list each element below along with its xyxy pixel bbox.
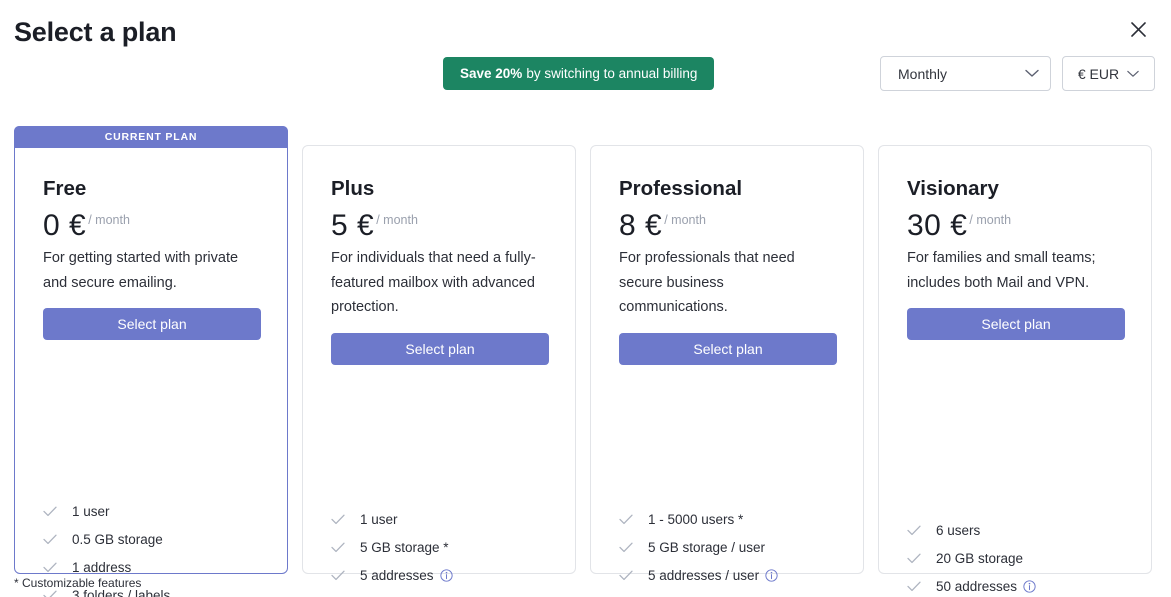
select-plan-button[interactable]: Select plan	[619, 332, 837, 365]
currency-value: € EUR	[1077, 65, 1120, 82]
check-icon	[907, 581, 927, 592]
plan-card-body: Professional 8 € / month For professionals …	[591, 146, 863, 365]
feature-item: 1 user	[43, 497, 259, 525]
feature-item: 6 users	[907, 516, 1123, 544]
check-icon	[619, 542, 639, 553]
feature-label: 20 GB storage	[936, 550, 1024, 566]
plan-card-free: CURRENT PLAN Free 0 € / month For getting st…	[14, 126, 288, 597]
feature-label: 5 GB storage / user	[648, 539, 766, 555]
feature-label: 5 addresses	[360, 567, 434, 583]
chevron-down-icon	[1127, 65, 1139, 83]
check-icon	[43, 534, 63, 545]
select-plan-modal: Select a plan Save 20% by switching to a…	[0, 0, 1171, 597]
check-icon	[907, 525, 927, 536]
feature-item: 5 addresses	[331, 561, 547, 589]
billing-cycle-value: Monthly	[898, 65, 948, 82]
plan-card-visionary: Visionary 30 € / month For families and sma…	[878, 145, 1152, 594]
feature-label: 1 address	[72, 559, 132, 575]
plan-price-row: 8 € / month	[619, 208, 835, 242]
info-icon[interactable]	[1023, 579, 1036, 593]
plan-price: 8 €	[619, 208, 663, 242]
select-plan-button[interactable]: Select plan	[331, 332, 549, 365]
feature-label: 5 addresses / user	[648, 567, 760, 583]
plan-price-period: / month	[969, 212, 1012, 227]
check-icon	[619, 514, 639, 525]
plan-card-body: Plus 5 € / month For individuals that need …	[303, 146, 575, 365]
close-icon[interactable]	[1123, 14, 1153, 44]
plan-card-plus: Plus 5 € / month For individuals that need …	[302, 145, 576, 597]
feature-item: 5 GB storage *	[331, 533, 547, 561]
check-icon	[619, 570, 639, 581]
plan-feature-list: 6 users20 GB storage50 addressesUnlimite…	[879, 516, 1151, 597]
feature-label: 0.5 GB storage	[72, 531, 163, 547]
check-icon	[43, 562, 63, 573]
plan-card-list: CURRENT PLAN Free 0 € / month For getting st…	[14, 126, 1157, 597]
feature-item: 20 GB storage	[907, 544, 1123, 572]
feature-item: 200 folders / labels	[331, 589, 547, 597]
feature-item: 5 addresses / user	[619, 561, 835, 589]
plan-card-professional: Professional 8 € / month For professionals …	[590, 145, 864, 597]
currency-select[interactable]: € EUR	[1062, 56, 1155, 91]
plan-name: Plus	[331, 177, 375, 200]
plan-description: For professionals that need secure busin…	[619, 250, 795, 316]
plan-price: 0 €	[43, 208, 87, 242]
plan-price-row: 0 € / month	[43, 208, 259, 242]
plan-description: For getting started with private and sec…	[43, 250, 239, 291]
plan-card-body: Free 0 € / month For getting started with p…	[15, 127, 287, 341]
promo-text: by switching to annual billing	[526, 66, 698, 81]
feature-label: 1 - 5000 users *	[648, 511, 744, 527]
feature-item: 50 addresses	[907, 572, 1123, 597]
plan-feature-list: 1 - 5000 users * 5 GB storage / user 5 add…	[591, 505, 863, 597]
plan-price-period: / month	[664, 212, 706, 227]
plan-name: Free	[43, 177, 87, 200]
feature-label: 50 addresses	[936, 578, 1018, 594]
feature-item: Unlimited folders / labels	[619, 589, 835, 597]
plan-feature-list: 1 user 5 GB storage * 5 addresses 200 folde…	[303, 505, 575, 597]
plan-description: For families and small teams; includes b…	[907, 250, 1096, 291]
plan-price: 30 €	[907, 208, 968, 242]
footnote: * Customizable features	[14, 576, 142, 590]
check-icon	[331, 542, 351, 553]
check-icon	[331, 514, 351, 525]
feature-label: 6 users	[936, 522, 981, 538]
check-icon	[331, 570, 351, 581]
select-plan-button[interactable]: Select plan	[907, 308, 1125, 341]
feature-label: 5 GB storage *	[360, 539, 449, 555]
page-title: Select a plan	[14, 17, 177, 47]
plan-price-period: / month	[88, 212, 130, 227]
feature-item: 1 user	[331, 505, 547, 533]
check-icon	[43, 590, 63, 597]
feature-item: 0.5 GB storage	[43, 525, 259, 553]
plan-price: 5 €	[331, 208, 375, 242]
check-icon	[907, 553, 927, 564]
feature-label: 1 user	[360, 511, 398, 527]
plan-price-row: 5 € / month	[331, 208, 547, 242]
feature-item: 1 - 5000 users *	[619, 505, 835, 533]
plan-name: Professional	[619, 177, 743, 200]
info-icon[interactable]	[439, 568, 453, 582]
annual-billing-promo-banner[interactable]: Save 20% by switching to annual billing	[443, 57, 715, 90]
plan-description: For individuals that need a fully-featur…	[331, 250, 536, 316]
plan-price-row: 30 € / month	[907, 208, 1123, 242]
billing-cycle-select[interactable]: Monthly	[880, 56, 1051, 91]
plan-name: Visionary	[907, 177, 999, 200]
chevron-down-icon	[1025, 65, 1039, 83]
select-plan-button[interactable]: Select plan	[43, 308, 261, 341]
feature-item: 5 GB storage / user	[619, 533, 835, 561]
plan-card-body: Visionary 30 € / month For families and sma…	[879, 146, 1151, 341]
info-icon[interactable]	[765, 568, 778, 582]
plan-price-period: / month	[376, 212, 418, 227]
promo-savings-label: Save 20%	[460, 66, 523, 81]
check-icon	[43, 506, 63, 517]
feature-label: 1 user	[72, 503, 110, 519]
